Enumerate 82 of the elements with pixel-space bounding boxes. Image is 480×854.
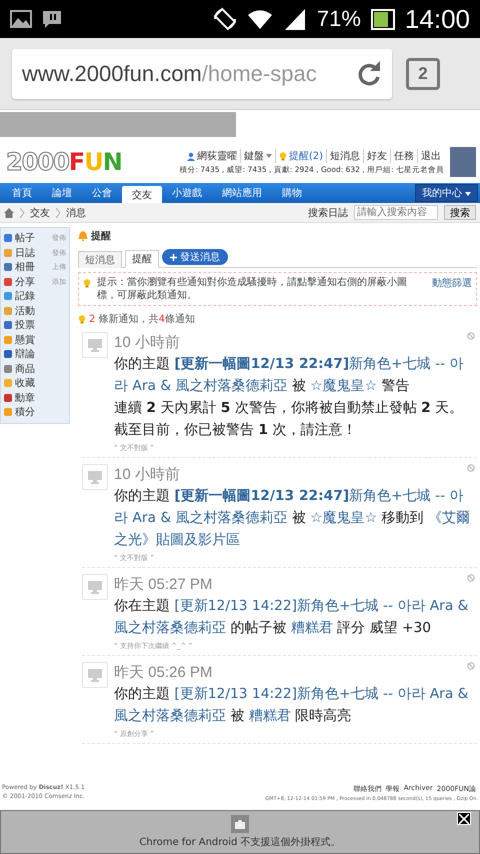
message-icon <box>42 9 62 29</box>
sidebar-link[interactable]: 收藏 <box>15 376 35 390</box>
breadcrumb-link[interactable]: 消息 <box>66 206 86 220</box>
bulb-icon <box>83 279 91 288</box>
block-icon <box>467 574 475 582</box>
notification-message: 你的主題 [更新一幅圖12/13 22:47]新角色+七城 -- 아라 Ara & 風之村落桑德莉亞 被 ☆魔鬼皇☆ 警告 連續 2 天內累計 5 次警告，你將被自動禁止發帖 2 天。 截至目前，你已被警告 1 次，請注意！ <box>114 354 464 440</box>
tab-switcher[interactable]: 2 <box>406 58 440 90</box>
tip-text: 提示：當你瀏覽有些通知對你造成騷擾時，請點擊通知右側的屏蔽小圖標，可屏蔽此類通知。 <box>97 276 408 302</box>
sidebar-link[interactable]: 懸賞 <box>15 332 35 347</box>
block-icon <box>467 662 475 670</box>
chevron-icon <box>56 208 60 218</box>
notification-message: 你的主題 [更新一幅圖12/13 22:47]新角色+七城 -- 아라 Ara & 風之村落桑德莉亞 被 ☆魔鬼皇☆ 移動到 《艾爾之光》貼圖及影片區 <box>114 486 471 550</box>
nav-tab[interactable]: 交友 <box>122 186 162 203</box>
notice-count: 2 條新通知，共4條通知 <box>89 312 195 326</box>
caret-icon <box>266 154 272 158</box>
plugin-message: Chrome for Android 不支援這個外掛程式。 <box>139 836 341 849</box>
breadcrumb-link[interactable]: 交友 <box>30 206 50 220</box>
sidebar-link[interactable]: 分享 <box>15 274 35 289</box>
site-logo[interactable]: 2000FUN <box>6 148 122 176</box>
sidebar-link[interactable]: 日誌 <box>15 246 35 260</box>
send-message-button[interactable]: 發送消息 <box>162 249 228 265</box>
filter-link[interactable]: 動態篩選 <box>432 276 472 290</box>
notification-time: 10 小時前 <box>114 333 180 353</box>
sidebar-link[interactable]: 商品 <box>15 362 35 376</box>
monitor-icon <box>88 470 102 484</box>
user-menu-link[interactable]: 短消息 <box>326 149 363 163</box>
message-tab[interactable]: 短消息 <box>78 251 122 268</box>
user-menu-link[interactable]: 好友 <box>363 149 390 163</box>
sidebar-link[interactable]: 勳章 <box>15 390 35 405</box>
plus-icon <box>170 254 177 260</box>
monitor-icon <box>88 338 102 352</box>
user-menu-link[interactable]: 網荻靈曜 <box>184 149 240 163</box>
block-icon <box>467 464 475 472</box>
sidebar-link[interactable]: 相冊 <box>15 260 35 274</box>
nav-tab[interactable]: 購物 <box>272 183 312 203</box>
sidebar-link[interactable]: 積分 <box>15 405 35 420</box>
search-button[interactable]: 搜索 <box>444 205 476 220</box>
notification-time: 昨天 05:26 PM <box>114 663 212 683</box>
user-menu-link[interactable]: 鍵盤 <box>240 149 275 163</box>
user-menu-link[interactable]: 提醒(2) <box>274 149 326 163</box>
battery-percent: 71% <box>316 6 361 32</box>
nav-tab[interactable]: 公會 <box>82 183 122 203</box>
rotate-icon <box>212 7 237 31</box>
sidebar-link[interactable]: 辯論 <box>15 347 35 362</box>
sidebar-link[interactable]: 活動 <box>15 304 35 318</box>
sidebar-link[interactable]: 投票 <box>15 318 35 332</box>
search-scope-select[interactable]: 搜索日誌 <box>308 206 348 220</box>
notification-time: 10 小時前 <box>114 465 180 485</box>
chevron-icon <box>20 208 24 218</box>
my-center-button[interactable]: 我的中心 <box>414 184 478 202</box>
search-field[interactable]: 請輸入搜索內容 <box>354 205 438 220</box>
bulb-icon <box>278 152 287 160</box>
image-icon <box>10 10 32 28</box>
wifi-icon <box>246 8 273 30</box>
url-field[interactable]: www.2000fun.com/home-spac <box>12 48 392 98</box>
close-button[interactable] <box>457 812 471 825</box>
user-menu-link[interactable]: 任務 <box>390 149 417 163</box>
monitor-icon <box>88 580 102 594</box>
caret-icon <box>465 192 471 196</box>
nav-tab[interactable]: 網站應用 <box>212 183 272 203</box>
battery-icon <box>370 8 395 30</box>
nav-tab[interactable]: 首頁 <box>2 183 42 203</box>
page-title: 提醒 <box>91 230 111 243</box>
bell-icon <box>78 231 88 241</box>
sidebar-link[interactable]: 記錄 <box>15 289 35 304</box>
reload-icon <box>356 60 382 86</box>
nav-tab[interactable]: 論壇 <box>42 183 82 203</box>
bulb-icon <box>78 314 86 324</box>
user-icon <box>186 152 195 160</box>
notification-message: 你的主題 [更新12/13 14:22]新角色+七城 -- 아라 Ara & 風之村落桑德莉亞 被 糟糕君 限時高亮 <box>114 685 470 726</box>
signal-icon <box>282 7 307 31</box>
sidebar-link[interactable]: 帖子 <box>15 231 35 246</box>
home-icon <box>4 208 14 218</box>
message-tab[interactable]: 提醒 <box>125 250 159 268</box>
notification-time: 昨天 05:27 PM <box>114 575 212 595</box>
close-icon <box>459 814 469 824</box>
user-menu-link[interactable]: 退出 <box>417 149 444 163</box>
block-icon <box>467 332 475 340</box>
notification-message: 你在主題 [更新12/13 14:22]新角色+七城 -- 아라 Ara & 風之村落桑德莉亞 的帖子被 糟糕君 評分 威望 +30 <box>114 597 470 638</box>
monitor-icon <box>88 668 102 682</box>
clock: 14:00 <box>404 4 470 34</box>
nav-tab[interactable]: 小遊戲 <box>162 183 212 203</box>
